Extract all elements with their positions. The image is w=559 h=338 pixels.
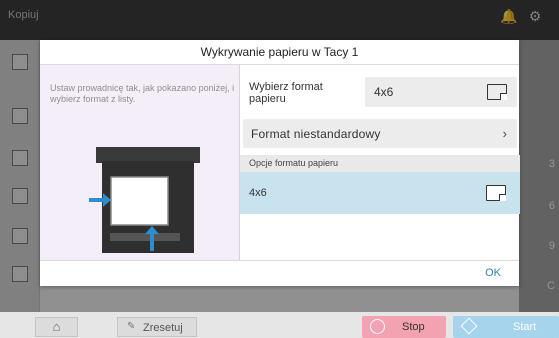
tray-illustration: [89, 147, 200, 253]
paper-option-4x6[interactable]: 4x6: [240, 172, 520, 214]
reset-label: Zresetuj: [143, 322, 183, 334]
reset-button[interactable]: ✎ Zresetuj: [117, 317, 197, 337]
custom-format-label: Format niestandardowy: [251, 127, 381, 141]
instruction-pane: Ustaw prowadnicę tak, jak pokazano poniż…: [40, 65, 239, 260]
start-label: Start: [513, 321, 537, 333]
stop-label: Stop: [402, 321, 425, 333]
option-label: 4x6: [249, 187, 267, 199]
dialog-title: Wykrywanie papieru w Tacy 1: [40, 40, 519, 65]
paper-detection-dialog: Wykrywanie papieru w Tacy 1 Ustaw prowad…: [40, 40, 520, 286]
start-icon: [460, 317, 478, 335]
paper-options-label: Opcje formatu papieru: [249, 158, 339, 168]
paper-format-select[interactable]: 4x6: [365, 77, 517, 107]
paper-options-header: Opcje formatu papieru: [240, 155, 520, 172]
stop-icon: [370, 319, 385, 334]
paper-sheet-icon: [487, 84, 507, 100]
home-icon: ⌂: [52, 319, 61, 334]
select-format-label: Wybierz format papieru: [249, 81, 323, 105]
eraser-icon: ✎: [127, 321, 136, 332]
home-button[interactable]: ⌂: [35, 317, 78, 337]
custom-format-button[interactable]: Format niestandardowy ›: [243, 119, 517, 148]
bottom-bar: ⌂ ✎ Zresetuj Stop Start: [0, 312, 559, 338]
paper-sheet-icon: [486, 185, 506, 201]
format-pane: Wybierz format papieru 4x6 Format niesta…: [239, 65, 520, 260]
stop-button[interactable]: Stop: [362, 316, 446, 338]
instruction-text: Ustaw prowadnicę tak, jak pokazano poniż…: [50, 83, 235, 104]
start-button[interactable]: Start: [453, 316, 559, 338]
dialog-footer: OK: [40, 260, 519, 286]
paper-format-value: 4x6: [374, 85, 394, 99]
ok-button[interactable]: OK: [485, 267, 501, 279]
chevron-right-icon: ›: [502, 126, 507, 141]
